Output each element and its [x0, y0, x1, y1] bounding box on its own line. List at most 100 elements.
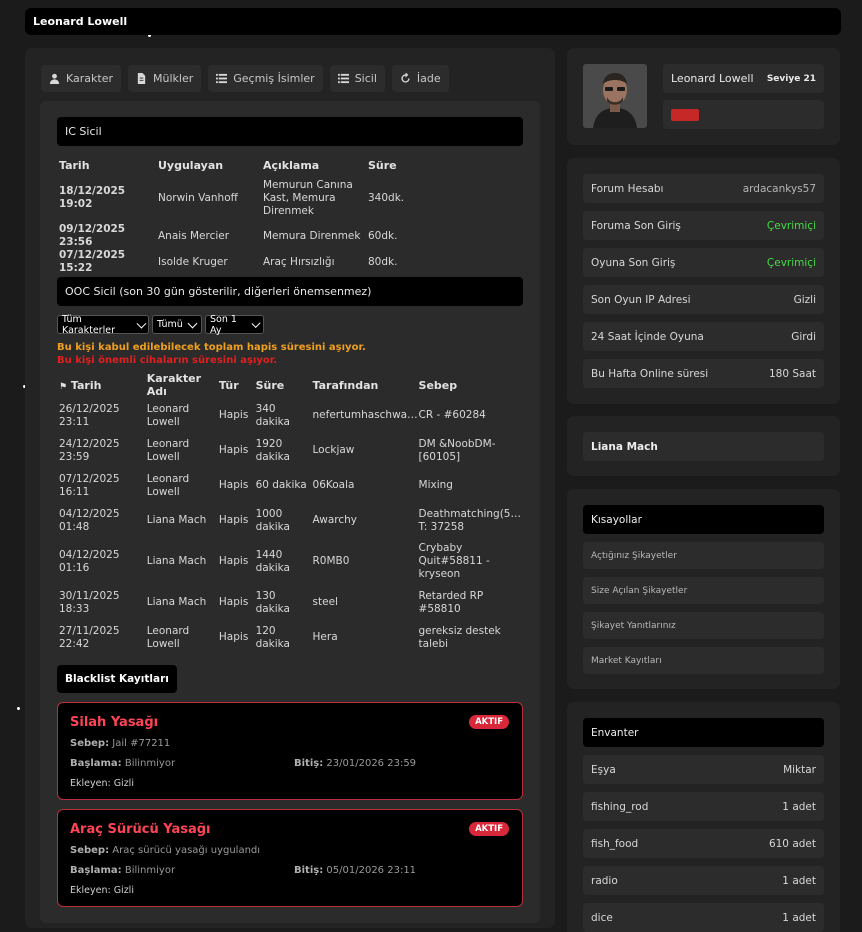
item-name: radio: [591, 874, 618, 887]
period-filter-select[interactable]: Son 1 Ay: [205, 313, 264, 336]
ooc-filters: Tüm Karakterler Tümü Son 1 Ay: [57, 313, 264, 336]
item-qty: 1 adet: [782, 911, 816, 924]
field-value: Bilinmiyor: [124, 865, 176, 876]
table-row: 07/12/2025 16:11 Leonard Lowell Hapis 60…: [59, 468, 521, 503]
cell-duration: 1000 dakika: [255, 507, 290, 533]
inventory-item: fish_food 610 adet: [583, 829, 824, 858]
level-label: Seviye 21: [766, 73, 816, 84]
info-row: Forum Hesabı ardacankys57: [583, 174, 824, 203]
info-row: Oyuna Son Giriş Çevrimiçi: [583, 248, 824, 277]
item-name: dice: [591, 911, 613, 924]
info-label: Oyuna Son Giriş: [591, 256, 676, 269]
tab-sicil[interactable]: Sicil: [329, 65, 385, 92]
column-header: Sebep: [418, 378, 458, 392]
blacklist-reason: Sebep: Jail #77211: [70, 738, 170, 749]
table-row: 30/11/2025 18:33 Liana Mach Hapis 130 da…: [59, 585, 521, 620]
tab-gecmis-isimler[interactable]: Geçmiş İsimler: [208, 65, 323, 92]
status-badge: AKTIF: [469, 715, 509, 729]
cell-date: 04/12/2025 01:16: [59, 548, 120, 574]
tab-label: Karakter: [66, 72, 113, 85]
field-value: Araç sürücü yasağı uygulandı: [112, 845, 261, 856]
refresh-icon: [401, 73, 410, 83]
warning-important: Bu kişi önemli cihaların süresini aşıyor…: [57, 355, 278, 366]
item-qty: 1 adet: [782, 874, 816, 887]
chevron-down-icon: [135, 318, 146, 328]
info-value: 180 Saat: [768, 367, 816, 380]
tab-karakter[interactable]: Karakter: [41, 65, 121, 92]
info-value: Çevrimiçi: [766, 256, 816, 269]
table-row: 26/12/2025 23:11 Leonard Lowell Hapis 34…: [59, 398, 521, 433]
blacklist-end: Bitiş: 05/01/2026 23:11: [294, 865, 416, 876]
tab-bar: Karakter Mülkler Geçmiş İsimler Sicil İa…: [41, 65, 449, 92]
cell-type: Hapis: [218, 409, 249, 421]
column-header: Tarih: [59, 158, 90, 172]
cell-date: 30/11/2025 18:33: [59, 589, 120, 615]
cell-duration: 60dk.: [368, 229, 398, 242]
ooc-sicil-table: ⚑ Tarih Karakter Adı Tür Süre Tarafından…: [59, 372, 521, 655]
shortcut-link[interactable]: Size Açılan Şikayetler: [583, 577, 824, 604]
document-icon: [137, 73, 146, 84]
warning-total-jail: Bu kişi kabul edilebilecek toplam hapis …: [57, 342, 366, 353]
cell-type: Hapis: [218, 444, 249, 456]
table-row: 04/12/2025 01:48 Liana Mach Hapis 1000 d…: [59, 503, 521, 538]
cell-date: 27/11/2025 22:42: [59, 624, 120, 650]
avatar: [583, 64, 647, 128]
item-qty: 610 adet: [768, 837, 816, 850]
blacklist-title: Silah Yasağı: [70, 715, 159, 730]
item-name: fishing_rod: [591, 800, 649, 813]
info-value: ardacankys57: [742, 182, 816, 195]
shortcuts-card: Kısayollar Açtığınız Şikayetler Size Açı…: [567, 489, 840, 689]
tab-label: Sicil: [354, 72, 377, 85]
shortcuts-header: Kısayollar: [583, 505, 824, 534]
cell-duration: 60 dakika: [255, 479, 307, 491]
shortcut-link[interactable]: Açtığınız Şikayetler: [583, 542, 824, 569]
status-box: [663, 100, 824, 129]
name-plate: Leonard Lowell Seviye 21: [663, 64, 824, 93]
info-row: Foruma Son Giriş Çevrimiçi: [583, 211, 824, 240]
cell-by: R0MB0: [312, 555, 350, 567]
cell-duration: 1920 dakika: [255, 437, 290, 463]
inventory-header-row: Eşya Miktar: [583, 755, 824, 784]
column-header: Açıklama: [263, 158, 320, 172]
select-value: Son 1 Ay: [210, 313, 237, 336]
field-label: Sebep:: [70, 738, 110, 749]
field-label: Başlama:: [70, 865, 122, 876]
blacklist-card: Silah Yasağı AKTIF Sebep: Jail #77211 Ba…: [57, 702, 523, 800]
shortcut-link[interactable]: Şikayet Yanıtlarınız: [583, 612, 824, 639]
field-label: Sebep:: [70, 845, 110, 856]
info-row: Bu Hafta Online süresi 180 Saat: [583, 359, 824, 388]
cell-reason: Crybaby Quit#58811 - kryseon: [418, 542, 490, 580]
cell-by: steel: [312, 596, 338, 608]
cell-duration: 340 dakika: [255, 402, 290, 428]
cell-by: Isolde Kruger: [158, 255, 228, 268]
window-title: Leonard Lowell: [25, 8, 841, 35]
ic-sicil-table: Tarih Uygulayan Açıklama Süre 18/12/2025…: [57, 157, 523, 275]
column-header: Eşya: [591, 763, 616, 776]
cell-date: 18/12/2025 19:02: [59, 185, 126, 210]
select-value: Tüm Karakterler: [62, 313, 115, 336]
cell-by: nefertumhaschwa…: [312, 409, 418, 421]
tab-label: İade: [416, 72, 441, 85]
type-filter-select[interactable]: Tümü: [152, 315, 202, 334]
character-link[interactable]: Liana Mach: [583, 432, 824, 461]
column-header: Uygulayan: [158, 158, 224, 172]
item-qty: 1 adet: [782, 800, 816, 813]
blacklist-added-by: Ekleyen: Gizli: [70, 778, 134, 789]
cell-type: Hapis: [218, 514, 249, 526]
chevron-down-icon: [251, 318, 261, 328]
cell-reason: Deathmatching(5… T: 37258: [418, 507, 521, 533]
table-header-row: Tarih Uygulayan Açıklama Süre: [57, 157, 523, 173]
cell-type: Hapis: [218, 631, 249, 643]
column-header: Tür: [218, 378, 239, 392]
character-filter-select[interactable]: Tüm Karakterler: [57, 313, 149, 336]
cell-date: 24/12/2025 23:59: [59, 437, 120, 463]
tab-mulkler[interactable]: Mülkler: [128, 65, 202, 92]
item-name: fish_food: [591, 837, 639, 850]
blacklist-added-by: Ekleyen: Gizli: [70, 885, 134, 896]
shortcut-link[interactable]: Market Kayıtları: [583, 647, 824, 674]
character-name: Leonard Lowell: [671, 72, 754, 85]
cell-character: Leonard Lowell: [146, 472, 190, 498]
cell-reason: Mixing: [418, 479, 453, 491]
tab-iade[interactable]: İade: [391, 65, 449, 92]
blacklist-start: Başlama: Bilinmiyor: [70, 865, 175, 876]
